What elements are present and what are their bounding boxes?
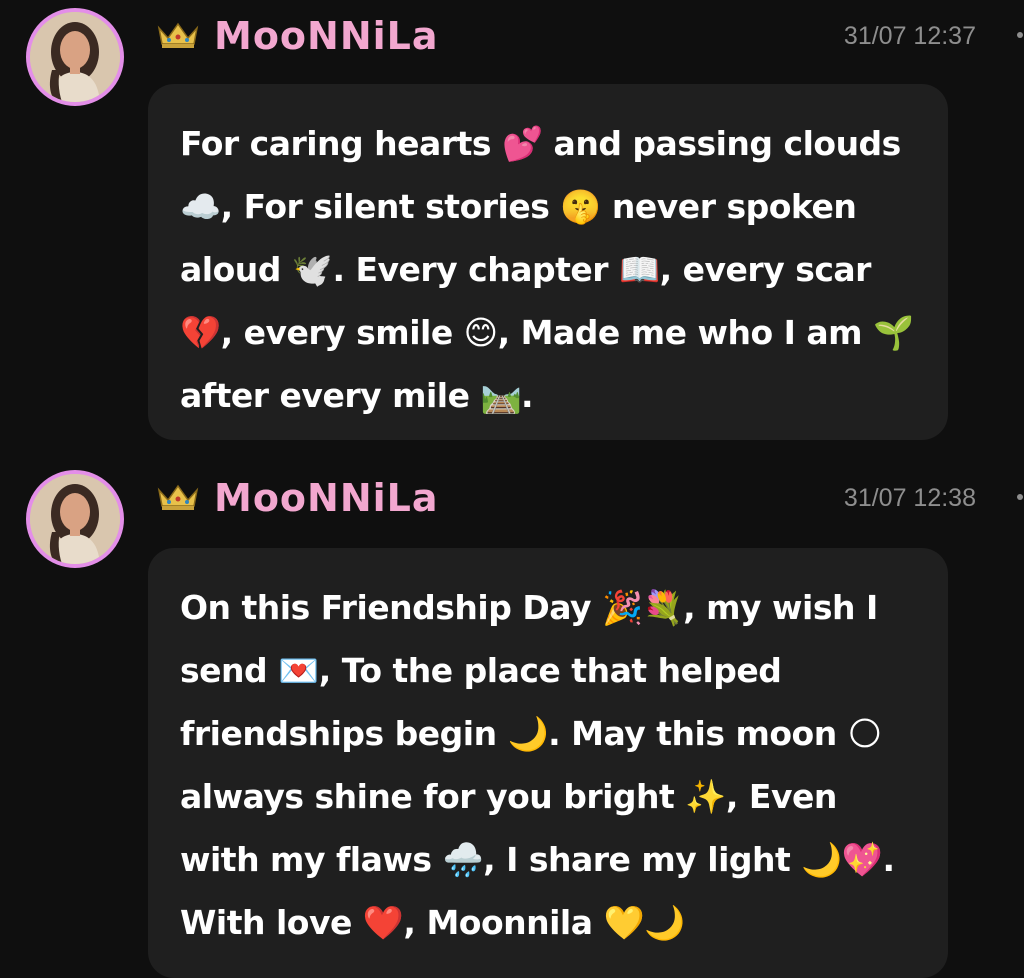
- message-bubble[interactable]: On this Friendship Day 🎉💐, my wish I sen…: [148, 548, 948, 978]
- avatar[interactable]: [26, 8, 124, 106]
- avatar[interactable]: [26, 470, 124, 568]
- more-options-icon[interactable]: [1004, 493, 1024, 501]
- timestamp: 31/07 12:37: [843, 22, 976, 50]
- crown-icon: [157, 484, 199, 510]
- message-bubble[interactable]: For caring hearts 💕 and passing clouds ☁…: [148, 84, 948, 440]
- more-options-icon[interactable]: [1004, 31, 1024, 39]
- message-text: On this Friendship Day 🎉💐, my wish I sen…: [180, 588, 895, 942]
- username[interactable]: MooNNiLa: [214, 476, 439, 520]
- avatar-image: [30, 12, 120, 102]
- chat-message-2: MooNNiLa 31/07 12:38 On this Friendship …: [0, 462, 1024, 978]
- username[interactable]: MooNNiLa: [214, 14, 439, 58]
- crown-icon: [157, 22, 199, 48]
- timestamp: 31/07 12:38: [843, 484, 976, 512]
- chat-message-1: MooNNiLa 31/07 12:37 For caring hearts 💕…: [0, 0, 1024, 450]
- avatar-image: [30, 474, 120, 564]
- message-text: For caring hearts 💕 and passing clouds ☁…: [180, 124, 914, 415]
